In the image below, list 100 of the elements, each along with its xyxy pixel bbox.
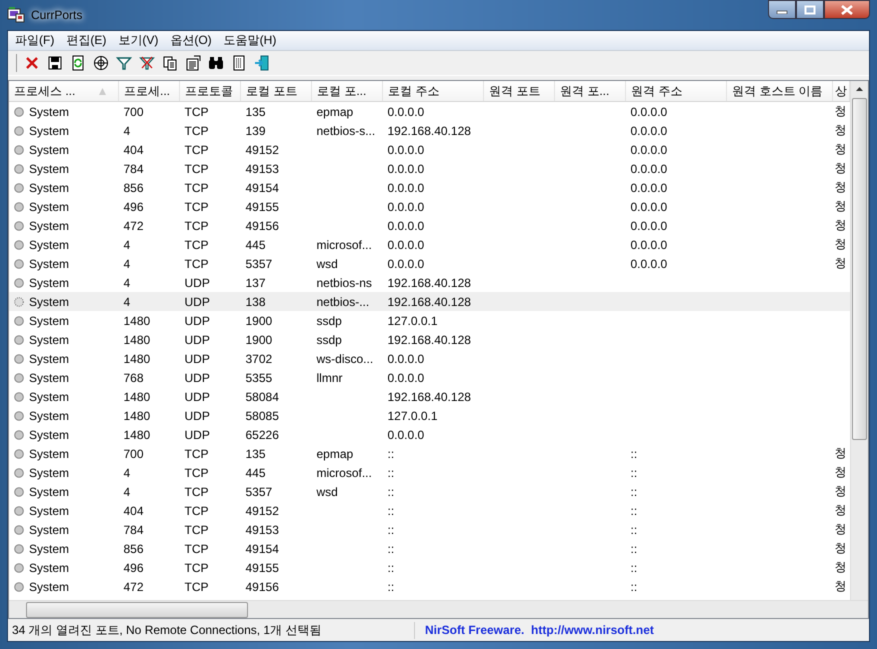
table-cell: TCP [184, 142, 208, 156]
table-row[interactable]: System 472 TCP 49156 :: :: 청 [9, 577, 850, 596]
table-row[interactable]: System 4 UDP 138 netbios-... 192.168.40.128 [9, 292, 850, 311]
table-cell: 496 [124, 200, 144, 214]
table-cell: :: [630, 542, 638, 556]
column-header[interactable]: 원격 포트 [484, 81, 554, 102]
table-cell: :: [630, 560, 638, 574]
table-cell: 856 [124, 180, 144, 194]
table-cell: 청 [834, 142, 846, 156]
table-cell: ssdp [316, 314, 342, 328]
column-header[interactable]: 상 [832, 81, 850, 102]
menu-item[interactable]: 파일(F) [11, 32, 62, 49]
table-cell: :: [388, 580, 394, 594]
table-cell: System [29, 408, 70, 422]
column-header[interactable]: 원격 호스트 이름 [726, 81, 832, 102]
table-row[interactable]: System 1480 UDP 1900 ssdp 127.0.0.1 [9, 311, 850, 330]
table-row[interactable]: System 1480 UDP 1900 ssdp 192.168.40.128 [9, 330, 850, 349]
table-cell: TCP [184, 446, 208, 460]
table-cell: 58085 [246, 408, 279, 422]
sort-icon [99, 88, 106, 95]
menu-item[interactable]: 옵션(O) [166, 32, 220, 49]
table-row[interactable]: System 404 TCP 49152 :: :: 청 [9, 501, 850, 520]
table-cell: 청 [834, 199, 846, 213]
table-cell: 1480 [124, 352, 150, 366]
table-cell: 0.0.0.0 [630, 218, 668, 232]
column-header[interactable]: 원격 포... [554, 81, 626, 102]
table-cell: 49156 [246, 218, 279, 232]
table-cell: 4 [124, 238, 130, 252]
table-cell: TCP [184, 484, 208, 498]
table-cell: System [29, 504, 70, 518]
vertical-scrollbar[interactable] [850, 81, 868, 600]
table-cell: 청 [834, 579, 846, 593]
column-header[interactable]: 프로토콜 [180, 81, 240, 102]
table-cell: 5357 [246, 484, 272, 498]
column-header[interactable]: 로컬 포... [312, 81, 382, 102]
table-row[interactable]: System 4 UDP 137 netbios-ns 192.168.40.128 [9, 273, 850, 292]
table-cell: TCP [184, 504, 208, 518]
table-cell: 5355 [246, 370, 272, 384]
table-row[interactable]: System 4 TCP 5357 wsd :: :: 청 [9, 482, 850, 501]
table-cell: 청 [834, 104, 846, 118]
table-cell: TCP [184, 218, 208, 232]
table-cell: 청 [834, 161, 846, 175]
table-cell: 192.168.40.128 [388, 390, 471, 404]
column-header[interactable]: 로컬 포트 [240, 81, 312, 102]
table-row[interactable]: System 1480 UDP 3702 ws-disco... 0.0.0.0 [9, 349, 850, 368]
menu-item[interactable]: 도움말(H) [220, 32, 284, 49]
minimize-button[interactable] [768, 0, 796, 19]
website-link[interactable]: NirSoft Freeware. http://www.nirsoft.net [415, 623, 658, 637]
maximize-button[interactable] [796, 0, 824, 19]
menu-item[interactable]: 편집(E) [62, 32, 114, 49]
table-cell: :: [388, 504, 394, 518]
table-cell: microsof... [316, 238, 372, 252]
table-row[interactable]: System 1480 UDP 58085 127.0.0.1 [9, 406, 850, 425]
table-row[interactable]: System 4 TCP 5357 wsd 0.0.0.0 0.0.0.0 청 [9, 254, 850, 273]
table-cell: System [29, 560, 70, 574]
table-cell: 445 [246, 466, 266, 480]
table-cell: System [29, 370, 70, 384]
table-cell: 청 [834, 560, 846, 574]
table-row[interactable]: System 784 TCP 49153 :: :: 청 [9, 520, 850, 539]
table-cell: 472 [124, 580, 144, 594]
table-cell: UDP [184, 370, 210, 384]
table-cell: System [29, 180, 70, 194]
column-header[interactable]: 로컬 주소 [382, 81, 484, 102]
table-row[interactable]: System 700 TCP 135 epmap :: :: 청 [9, 444, 850, 463]
table-row[interactable]: System 472 TCP 49156 0.0.0.0 0.0.0.0 청 [9, 216, 850, 235]
close-button[interactable] [824, 0, 870, 19]
scroll-thumb[interactable] [852, 98, 867, 440]
table-row[interactable]: System 768 UDP 5355 llmnr 0.0.0.0 [9, 368, 850, 387]
table-cell: 58084 [246, 390, 279, 404]
horizontal-scrollbar[interactable] [9, 600, 868, 618]
table-cell: microsof... [316, 466, 372, 480]
table-row[interactable]: System 1480 UDP 58084 192.168.40.128 [9, 387, 850, 406]
table-row[interactable]: System 4 TCP 139 netbios-s... 192.168.40.128 0.0.0.0 청 [9, 121, 850, 140]
table-row[interactable]: System 496 TCP 49155 :: :: 청 [9, 558, 850, 577]
target-button[interactable] [91, 53, 111, 73]
table-row[interactable]: System 856 TCP 49154 :: :: 청 [9, 539, 850, 558]
column-header[interactable]: 원격 주소 [626, 81, 726, 102]
table-cell: :: [630, 504, 638, 518]
table-cell: 49154 [246, 180, 279, 194]
table-cell: 3702 [246, 352, 272, 366]
table-cell: :: [388, 446, 394, 460]
table-row[interactable]: System 404 TCP 49152 0.0.0.0 0.0.0.0 청 [9, 140, 850, 159]
table-row[interactable]: System 856 TCP 49154 0.0.0.0 0.0.0.0 청 [9, 178, 850, 197]
column-header[interactable]: 프로세스 ... [9, 81, 118, 102]
table-cell: 청 [834, 465, 846, 479]
table-row[interactable]: System 1480 UDP 65226 0.0.0.0 [9, 425, 850, 444]
table-cell: 700 [124, 104, 144, 118]
table-row[interactable]: System 700 TCP 135 epmap 0.0.0.0 0.0.0.0 청 [9, 102, 850, 121]
table-cell: System [29, 332, 70, 346]
menu-item[interactable]: 보기(V) [114, 32, 166, 49]
table-row[interactable]: System 4 TCP 445 microsof... 0.0.0.0 0.0.0.0 청 [9, 235, 850, 254]
table-row[interactable]: System 784 TCP 49153 0.0.0.0 0.0.0.0 청 [9, 159, 850, 178]
scroll-thumb[interactable] [26, 602, 248, 618]
table-cell: 0.0.0.0 [630, 200, 668, 214]
table-cell: 1480 [124, 314, 150, 328]
table-cell: 404 [124, 142, 144, 156]
table-cell: 472 [124, 218, 144, 232]
table-row[interactable]: System 4 TCP 445 microsof... :: :: 청 [9, 463, 850, 482]
column-header[interactable]: 프로세... [118, 81, 180, 102]
table-row[interactable]: System 496 TCP 49155 0.0.0.0 0.0.0.0 청 [9, 197, 850, 216]
